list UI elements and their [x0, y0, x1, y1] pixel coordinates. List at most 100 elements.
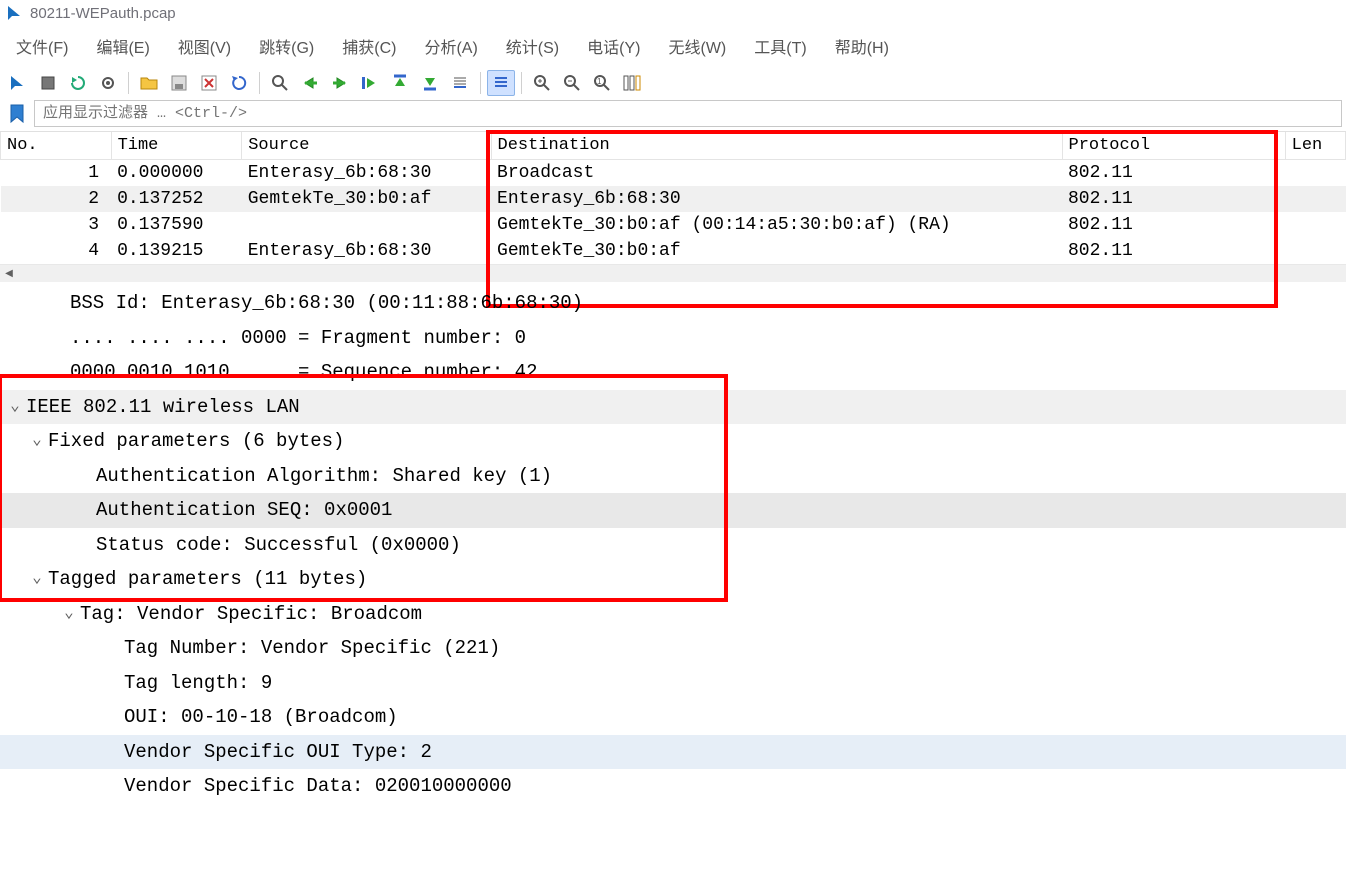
display-filter-bar	[0, 98, 1346, 131]
go-to-packet-button[interactable]	[356, 70, 384, 96]
packet-details-pane[interactable]: BSS Id: Enterasy_6b:68:30 (00:11:88:6b:6…	[0, 282, 1346, 804]
tree-row[interactable]: 0000 0010 1010 .... = Sequence number: 4…	[0, 355, 1346, 390]
tree-row[interactable]: BSS Id: Enterasy_6b:68:30 (00:11:88:6b:6…	[0, 286, 1346, 321]
tree-label: Tag length: 9	[124, 669, 272, 698]
menu-telephony[interactable]: 电话(Y)	[573, 32, 654, 60]
cell: 802.11	[1062, 238, 1285, 264]
tree-row[interactable]: OUI: 00-10-18 (Broadcom)	[0, 700, 1346, 735]
go-to-last-button[interactable]	[416, 70, 444, 96]
cell: GemtekTe_30:b0:af (00:14:a5:30:b0:af) (R…	[491, 212, 1062, 238]
menu-edit[interactable]: 编辑(E)	[82, 32, 163, 60]
zoom-in-button[interactable]	[528, 70, 556, 96]
tree-label: Fixed parameters (6 bytes)	[48, 427, 344, 456]
tree-row[interactable]: Tag Number: Vendor Specific (221)	[0, 631, 1346, 666]
menu-file[interactable]: 文件(F)	[8, 32, 82, 60]
cell: Enterasy_6b:68:30	[242, 160, 491, 187]
cell: Broadcast	[491, 160, 1062, 187]
cell: Enterasy_6b:68:30	[491, 186, 1062, 212]
chevron-down-icon[interactable]	[30, 428, 44, 452]
colorize-button[interactable]	[487, 70, 515, 96]
cell	[1285, 160, 1345, 187]
tree-label: Vendor Specific Data: 020010000000	[124, 772, 512, 801]
tree-row[interactable]: .... .... .... 0000 = Fragment number: 0	[0, 321, 1346, 356]
toolbar-separator	[521, 72, 522, 94]
tree-label: OUI: 00-10-18 (Broadcom)	[124, 703, 398, 732]
reload-button[interactable]	[225, 70, 253, 96]
find-button[interactable]	[266, 70, 294, 96]
table-row[interactable]: 20.137252GemtekTe_30:b0:afEnterasy_6b:68…	[1, 186, 1346, 212]
toolbar-separator	[259, 72, 260, 94]
table-row[interactable]: 10.000000Enterasy_6b:68:30Broadcast802.1…	[1, 160, 1346, 187]
col-header-source[interactable]: Source	[242, 132, 491, 160]
tree-row[interactable]: Tag length: 9	[0, 666, 1346, 701]
packet-table[interactable]: No. Time Source Destination Protocol Len…	[0, 132, 1346, 264]
tree-row[interactable]: Tag: Vendor Specific: Broadcom	[0, 597, 1346, 632]
cell: 0.139215	[111, 238, 242, 264]
tree-label: Tagged parameters (11 bytes)	[48, 565, 367, 594]
close-file-button[interactable]	[195, 70, 223, 96]
cell: 2	[1, 186, 112, 212]
cell: 0.137590	[111, 212, 242, 238]
cell	[1285, 186, 1345, 212]
auto-scroll-button[interactable]	[446, 70, 474, 96]
stop-capture-button[interactable]	[34, 70, 62, 96]
tree-row[interactable]: Authentication SEQ: 0x0001	[0, 493, 1346, 528]
tree-label: .... .... .... 0000 = Fragment number: 0	[70, 324, 526, 353]
cell: 3	[1, 212, 112, 238]
cell: 4	[1, 238, 112, 264]
restart-capture-button[interactable]	[64, 70, 92, 96]
tree-row[interactable]: Vendor Specific OUI Type: 2	[0, 735, 1346, 770]
tree-row[interactable]: Fixed parameters (6 bytes)	[0, 424, 1346, 459]
chevron-down-icon[interactable]	[30, 566, 44, 590]
col-header-destination[interactable]: Destination	[491, 132, 1062, 160]
horizontal-scrollbar[interactable]: ◀	[0, 264, 1346, 282]
tree-row[interactable]: Status code: Successful (0x0000)	[0, 528, 1346, 563]
toolbar-separator	[480, 72, 481, 94]
menu-help[interactable]: 帮助(H)	[821, 32, 903, 60]
cell: GemtekTe_30:b0:af	[491, 238, 1062, 264]
chevron-down-icon[interactable]	[62, 601, 76, 625]
resize-columns-button[interactable]	[618, 70, 646, 96]
toolbar-separator	[128, 72, 129, 94]
tree-label: BSS Id: Enterasy_6b:68:30 (00:11:88:6b:6…	[70, 289, 583, 318]
col-header-time[interactable]: Time	[111, 132, 242, 160]
menu-view[interactable]: 视图(V)	[164, 32, 245, 60]
tree-row[interactable]: IEEE 802.11 wireless LAN	[0, 390, 1346, 425]
menu-wireless[interactable]: 无线(W)	[654, 32, 740, 60]
scroll-left-arrow[interactable]: ◀	[0, 266, 18, 282]
start-capture-button[interactable]	[4, 70, 32, 96]
tree-row[interactable]: Tagged parameters (11 bytes)	[0, 562, 1346, 597]
cell	[1285, 238, 1345, 264]
go-back-button[interactable]	[296, 70, 324, 96]
menu-statistics[interactable]: 统计(S)	[492, 32, 573, 60]
col-header-protocol[interactable]: Protocol	[1062, 132, 1285, 160]
save-file-button[interactable]	[165, 70, 193, 96]
menu-tools[interactable]: 工具(T)	[740, 32, 820, 60]
tree-row[interactable]: Vendor Specific Data: 020010000000	[0, 769, 1346, 804]
zoom-out-button[interactable]	[558, 70, 586, 96]
cell: 0.000000	[111, 160, 242, 187]
filter-bookmark-button[interactable]	[4, 101, 30, 127]
go-forward-button[interactable]	[326, 70, 354, 96]
chevron-down-icon[interactable]	[8, 394, 22, 418]
capture-options-button[interactable]	[94, 70, 122, 96]
zoom-reset-button[interactable]: 1	[588, 70, 616, 96]
open-file-button[interactable]	[135, 70, 163, 96]
cell: Enterasy_6b:68:30	[242, 238, 491, 264]
tree-label: Status code: Successful (0x0000)	[96, 531, 461, 560]
menu-go[interactable]: 跳转(G)	[245, 32, 328, 60]
packet-list-pane: No. Time Source Destination Protocol Len…	[0, 131, 1346, 264]
table-row[interactable]: 40.139215Enterasy_6b:68:30GemtekTe_30:b0…	[1, 238, 1346, 264]
tree-row[interactable]: Authentication Algorithm: Shared key (1)	[0, 459, 1346, 494]
col-header-length[interactable]: Len	[1285, 132, 1345, 160]
cell: 802.11	[1062, 186, 1285, 212]
menu-analyze[interactable]: 分析(A)	[410, 32, 491, 60]
table-row[interactable]: 30.137590 GemtekTe_30:b0:af (00:14:a5:30:…	[1, 212, 1346, 238]
tree-label: IEEE 802.11 wireless LAN	[26, 393, 300, 422]
menu-capture[interactable]: 捕获(C)	[328, 32, 410, 60]
go-to-first-button[interactable]	[386, 70, 414, 96]
display-filter-input[interactable]	[34, 100, 1342, 127]
window-title: 80211-WEPauth.pcap	[30, 5, 176, 22]
col-header-no[interactable]: No.	[1, 132, 112, 160]
cell: 802.11	[1062, 160, 1285, 187]
